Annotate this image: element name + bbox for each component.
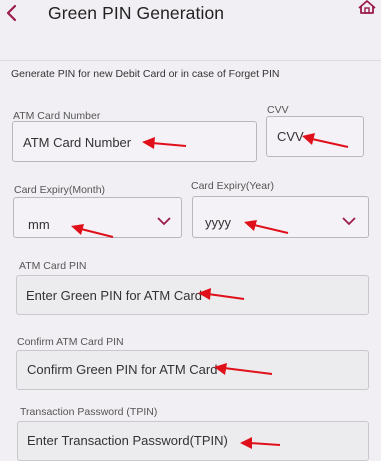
home-icon[interactable]	[356, 0, 378, 14]
chevron-down-icon	[157, 217, 171, 226]
chevron-down-icon	[342, 217, 356, 226]
expiry-month-value: mm	[28, 217, 50, 232]
expiry-month-label: Card Expiry(Month)	[14, 184, 106, 196]
intro-text: Generate PIN for new Debit Card or in ca…	[11, 68, 280, 80]
card-number-input[interactable]: ATM Card Number	[12, 121, 257, 162]
header-divider	[0, 60, 381, 61]
page-title: Green PIN Generation	[48, 3, 225, 23]
annotation-arrow	[240, 437, 281, 449]
atm-pin-label: ATM Card PIN	[19, 260, 87, 272]
chevron-left-icon[interactable]	[4, 4, 20, 22]
cvv-label: CVV	[267, 104, 289, 116]
expiry-year-value: yyyy	[205, 215, 231, 230]
annotation-arrow	[244, 220, 289, 234]
tpin-placeholder: Enter Transaction Password(TPIN)	[27, 433, 228, 448]
tpin-label: Transaction Password (TPIN)	[20, 406, 158, 418]
annotation-arrow	[142, 137, 187, 149]
cvv-placeholder: CVV	[277, 129, 304, 144]
annotation-arrow	[302, 133, 349, 148]
annotation-arrow	[214, 363, 273, 375]
atm-pin-placeholder: Enter Green PIN for ATM Card	[26, 288, 203, 303]
tpin-input[interactable]: Enter Transaction Password(TPIN)	[17, 421, 369, 461]
confirm-pin-input[interactable]: Confirm Green PIN for ATM Card	[16, 350, 369, 390]
app-header: Green PIN Generation	[0, 0, 381, 40]
annotation-arrow	[198, 288, 245, 300]
annotation-arrow	[71, 224, 114, 238]
confirm-pin-placeholder: Confirm Green PIN for ATM Card	[27, 362, 218, 377]
card-number-placeholder: ATM Card Number	[23, 135, 132, 150]
atm-pin-input[interactable]: Enter Green PIN for ATM Card	[16, 275, 369, 315]
confirm-pin-label: Confirm ATM Card PIN	[17, 336, 124, 348]
expiry-year-label: Card Expiry(Year)	[191, 180, 275, 192]
